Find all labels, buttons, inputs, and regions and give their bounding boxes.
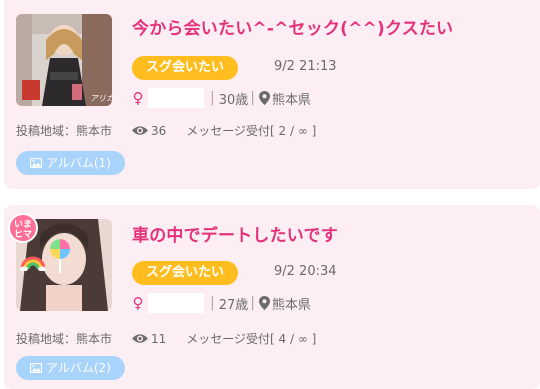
image-icon (30, 158, 42, 168)
female-symbol-icon: ♀ (132, 294, 144, 312)
age: 27歳 (218, 297, 249, 313)
album-button[interactable]: アルバム(1) (16, 151, 125, 175)
avatar[interactable]: アリカ (16, 14, 112, 106)
post-date: 9/2 21:13 (274, 59, 337, 74)
album-label: アルバム(1) (46, 156, 111, 170)
eye-icon (132, 126, 149, 135)
post-area: 投稿地域：熊本市 (16, 124, 113, 138)
now-free-badge: いま ヒマ (8, 213, 38, 243)
album-button[interactable]: アルバム(2) (16, 356, 125, 380)
separator: | (210, 90, 215, 106)
badge-line: ヒマ (13, 230, 32, 240)
view-count: 11 (151, 331, 167, 346)
avatar-watermark: アリカ (90, 94, 112, 103)
location: 熊本県 (271, 297, 311, 313)
location: 熊本県 (271, 92, 311, 108)
separator: | (250, 295, 255, 311)
quick-meet-badge: スグ会いたい (132, 261, 239, 285)
map-pin-icon (258, 91, 270, 105)
rainbow-icon (20, 256, 46, 271)
eye-icon (132, 334, 149, 343)
image-icon (30, 363, 42, 373)
avatar-photo: アリカ (16, 14, 112, 106)
album-label: アルバム(2) (46, 361, 111, 375)
message-acceptance: メッセージ受付[ 2 / ∞ ] (186, 124, 317, 138)
meta-row: 投稿地域：熊本市 11 メッセージ受付[ 4 / ∞ ] (16, 330, 316, 347)
post-card[interactable]: いま ヒマ 車の中でデートしたいです スグ会いたい 9/2 20:34 ♀ | … (4, 205, 540, 389)
meta-row: 投稿地域：熊本市 36 メッセージ受付[ 2 / ∞ ] (16, 122, 316, 139)
separator: | (210, 295, 215, 311)
message-acceptance: メッセージ受付[ 4 / ∞ ] (186, 332, 317, 346)
profile-row: ♀ | 30歳 | 熊本県 (132, 87, 311, 109)
badge-line: いま (13, 220, 32, 230)
view-count: 36 (151, 123, 167, 138)
post-title[interactable]: 車の中でデートしたいです (132, 221, 338, 246)
female-symbol-icon: ♀ (132, 89, 144, 107)
map-pin-icon (258, 296, 270, 310)
post-title[interactable]: 今から会いたい^-^セック(^^)クスたい (132, 14, 453, 39)
age: 30歳 (218, 92, 249, 108)
post-date: 9/2 20:34 (274, 264, 337, 279)
username-redacted (148, 88, 204, 108)
post-card[interactable]: アリカ 今から会いたい^-^セック(^^)クスたい スグ会いたい 9/2 21:… (4, 0, 540, 189)
quick-meet-badge: スグ会いたい (132, 56, 239, 80)
profile-row: ♀ | 27歳 | 熊本県 (132, 292, 311, 314)
username-redacted (148, 293, 204, 313)
post-area: 投稿地域：熊本市 (16, 332, 113, 346)
separator: | (250, 90, 255, 106)
